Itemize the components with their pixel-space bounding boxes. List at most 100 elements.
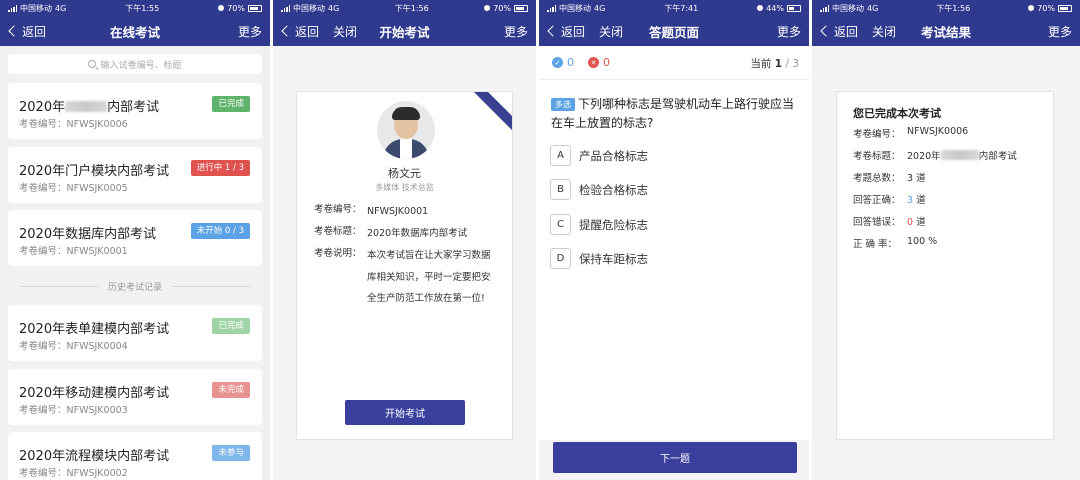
exam-code: 考卷编号：NFWSJK0005 <box>19 180 128 194</box>
history-divider: 历史考试记录 <box>20 280 251 293</box>
exam-code-label: 考卷编号： <box>19 405 67 416</box>
clock: 下午1:55 <box>125 3 160 13</box>
back-label: 返回 <box>834 24 859 39</box>
status-badge: 未参与 <box>212 445 250 461</box>
back-label: 返回 <box>295 24 320 39</box>
more-button[interactable]: 更多 <box>1048 23 1072 40</box>
back-button[interactable]: 返回 <box>812 23 858 40</box>
correct-count: 0 <box>567 56 574 69</box>
option-text: 保持车距标志 <box>579 251 648 266</box>
result-title: 您已完成本次考试 <box>853 107 941 120</box>
result-label: 考卷编号： <box>853 129 901 140</box>
history-card[interactable]: 2020年表单建模内部考试 考卷编号：NFWSJK0004 已完成 <box>8 305 262 361</box>
carrier-label: 中国移动 <box>20 3 52 13</box>
info-label: 考卷说明： <box>314 248 362 259</box>
exam-code-value: NFWSJK0003 <box>66 405 128 416</box>
back-button[interactable]: 返回 <box>273 23 319 40</box>
progress-separator: / <box>785 58 789 70</box>
option-a[interactable]: A 产品合格标志 <box>550 145 648 166</box>
chevron-left-icon <box>281 25 293 37</box>
status-badge: 未完成 <box>212 382 250 398</box>
option-text: 提醒危险标志 <box>579 217 648 232</box>
exam-title: 2020年数据库内部考试 <box>19 227 157 242</box>
option-letter: C <box>550 214 571 235</box>
exam-code-label: 考卷编号： <box>19 183 67 194</box>
back-button[interactable]: 返回 <box>539 23 585 40</box>
exam-card[interactable]: 2020年 内部考试 考卷编号：NFWSJK0006 已完成 <box>8 83 262 139</box>
history-label: 历史考试记录 <box>108 283 163 293</box>
more-button[interactable]: 更多 <box>777 23 801 40</box>
corner-ribbon <box>468 92 512 136</box>
result-label: 回答错误： <box>853 217 901 228</box>
result-title-prefix: 2020年 <box>907 151 941 162</box>
result-row: 回答错误： 0 道 <box>853 214 926 228</box>
info-value: NFWSJK0001 <box>367 206 429 217</box>
exam-card[interactable]: 2020年数据库内部考试 考卷编号：NFWSJK0001 未开始 0 / 3 <box>8 210 262 266</box>
nav-bar: 返回 关闭 开始考试 更多 <box>273 16 536 46</box>
close-button[interactable]: 关闭 <box>333 23 357 40</box>
exam-title: 2020年门户模块内部考试 <box>19 164 170 179</box>
result-row: 正 确 率： 100 % <box>853 236 937 250</box>
back-label: 返回 <box>22 24 47 39</box>
search-icon <box>88 60 97 68</box>
exam-code: 考卷编号：NFWSJK0006 <box>19 116 128 130</box>
info-row: 考卷说明： 本次考试旨在让大家学习数据库相关知识，平时一定要把安全生产防范工作放… <box>314 245 493 310</box>
next-question-button[interactable]: 下一题 <box>553 442 797 473</box>
history-card[interactable]: 2020年流程模块内部考试 考卷编号：NFWSJK0002 未参与 <box>8 432 262 480</box>
close-button[interactable]: 关闭 <box>872 23 896 40</box>
network-label: 4G <box>594 3 606 13</box>
chevron-left-icon <box>820 25 832 37</box>
option-letter: A <box>550 145 571 166</box>
avatar <box>377 101 435 159</box>
start-exam-screen: 中国移动 4G 下午1:56 70% 返回 关闭 开始考试 更多 杨文元 多媒体… <box>273 0 536 480</box>
exam-code: 考卷编号：NFWSJK0004 <box>19 338 128 352</box>
status-badge: 进行中 1 / 3 <box>190 160 250 176</box>
result-value: 2020年 内部考试 <box>907 148 1017 162</box>
exam-code-value: NFWSJK0006 <box>66 119 128 130</box>
clock: 下午1:56 <box>394 3 429 13</box>
battery-percent: 44% <box>766 3 784 13</box>
network-label: 4G <box>55 3 67 13</box>
back-label: 返回 <box>561 24 586 39</box>
chevron-left-icon <box>547 25 559 37</box>
exam-code-value: NFWSJK0001 <box>66 246 128 257</box>
close-button[interactable]: 关闭 <box>599 23 623 40</box>
start-exam-button[interactable]: 开始考试 <box>345 400 465 425</box>
progress-current: 1 <box>774 58 783 70</box>
history-card[interactable]: 2020年移动建模内部考试 考卷编号：NFWSJK0003 未完成 <box>8 369 262 425</box>
option-letter: B <box>550 179 571 200</box>
exam-code-label: 考卷编号： <box>19 246 67 257</box>
option-b[interactable]: B 检验合格标志 <box>550 179 648 200</box>
exam-list-screen: 中国移动 4G 下午1:55 70% 返回 在线考试 更多 输入试卷编号、标题 … <box>0 0 270 480</box>
battery-icon <box>513 4 528 12</box>
more-button[interactable]: 更多 <box>504 23 528 40</box>
info-label: 考卷编号： <box>314 204 362 215</box>
option-c[interactable]: C 提醒危险标志 <box>550 214 648 235</box>
rotation-lock-icon <box>1028 5 1035 11</box>
option-d[interactable]: D 保持车距标志 <box>550 248 648 269</box>
battery-icon <box>1057 4 1072 12</box>
back-button[interactable]: 返回 <box>0 23 46 40</box>
more-button[interactable]: 更多 <box>238 23 262 40</box>
battery-percent: 70% <box>227 3 245 13</box>
unit-label: 道 <box>916 173 926 184</box>
option-text: 产品合格标志 <box>579 148 648 163</box>
carrier-label: 中国移动 <box>832 3 864 13</box>
battery-icon <box>247 4 262 12</box>
result-label: 正 确 率： <box>853 239 898 250</box>
exam-card[interactable]: 2020年门户模块内部考试 考卷编号：NFWSJK0005 进行中 1 / 3 <box>8 147 262 203</box>
status-badge: 未开始 0 / 3 <box>190 223 250 239</box>
person-role: 多媒体 技术总监 <box>375 183 434 192</box>
info-label: 考卷标题： <box>314 226 362 237</box>
rotation-lock-icon <box>757 5 764 11</box>
search-input[interactable]: 输入试卷编号、标题 <box>8 54 262 74</box>
result-row: 回答正确： 3 道 <box>853 192 926 206</box>
exam-code-value: NFWSJK0005 <box>66 183 128 194</box>
accuracy-rate: 100 % <box>907 236 938 247</box>
status-badge: 已完成 <box>212 96 250 112</box>
battery-percent: 70% <box>493 3 511 13</box>
exam-title: 2020年流程模块内部考试 <box>19 449 170 464</box>
result-value: 3 道 <box>907 170 926 184</box>
exam-code: 考卷编号：NFWSJK0001 <box>19 243 128 257</box>
network-label: 4G <box>867 3 879 13</box>
